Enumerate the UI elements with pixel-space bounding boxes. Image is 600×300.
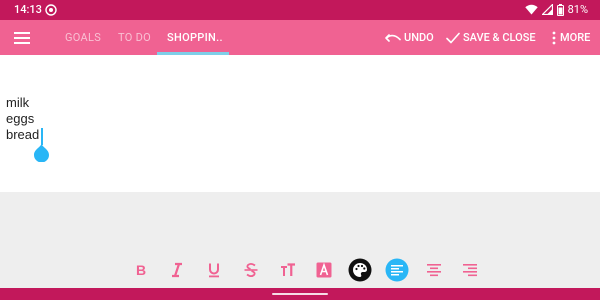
note-editor[interactable]: milk eggs bread: [0, 55, 600, 192]
underline-icon: [209, 263, 219, 278]
status-time: 14:13: [14, 3, 42, 16]
home-gesture-handle[interactable]: [272, 293, 328, 295]
align-center-icon: [427, 264, 441, 277]
text-color-button[interactable]: [312, 258, 336, 282]
palette-icon: [348, 258, 372, 282]
undo-label: UNDO: [404, 31, 434, 44]
undo-icon: [385, 33, 401, 42]
cursor-handle-icon[interactable]: [33, 143, 50, 162]
tab-to-do[interactable]: TO DO: [118, 20, 151, 55]
text-size-button[interactable]: [276, 258, 300, 282]
more-label: MORE: [560, 31, 591, 44]
save-close-button[interactable]: SAVE & CLOSE: [446, 20, 536, 55]
more-vert-icon: [552, 31, 556, 44]
checkmark-icon: [446, 32, 460, 43]
hamburger-menu-icon[interactable]: [12, 28, 32, 48]
bold-icon: B: [136, 262, 146, 278]
italic-button[interactable]: [165, 258, 189, 282]
align-left-icon: [385, 258, 409, 282]
bold-button[interactable]: B: [129, 258, 153, 282]
italic-icon: [172, 262, 182, 278]
strikethrough-button[interactable]: [239, 258, 263, 282]
align-right-button[interactable]: [458, 258, 482, 282]
signal-icon: [541, 4, 553, 15]
tab-shopping[interactable]: SHOPPIN..: [167, 20, 223, 55]
text-color-icon: [316, 262, 332, 278]
svg-text:B: B: [136, 262, 146, 278]
align-center-button[interactable]: [422, 258, 446, 282]
battery-percent: 81%: [567, 3, 588, 16]
text-size-icon: [281, 263, 295, 276]
align-right-icon: [463, 264, 477, 277]
align-left-button[interactable]: [385, 258, 409, 282]
editor-line[interactable]: bread: [6, 127, 39, 142]
palette-button[interactable]: [348, 258, 372, 282]
save-close-label: SAVE & CLOSE: [463, 31, 536, 44]
status-bar: 14:13 81%: [0, 0, 600, 20]
editor-line[interactable]: eggs: [6, 111, 34, 126]
app-toolbar: GOALS TO DO SHOPPIN.. UNDO SAVE & CLOSE …: [0, 20, 600, 55]
notification-circle-icon: [45, 4, 57, 16]
format-toolbar: B: [0, 256, 600, 284]
editor-line[interactable]: milk: [6, 95, 29, 110]
system-nav-bar: [0, 288, 600, 300]
tab-goals[interactable]: GOALS: [65, 20, 101, 55]
more-button[interactable]: MORE: [551, 20, 590, 55]
status-right-group: 81%: [524, 3, 588, 16]
battery-icon: [556, 3, 564, 16]
undo-button[interactable]: UNDO: [385, 20, 434, 55]
wifi-icon: [524, 4, 538, 15]
strikethrough-icon: [244, 262, 258, 278]
underline-button[interactable]: [202, 258, 226, 282]
